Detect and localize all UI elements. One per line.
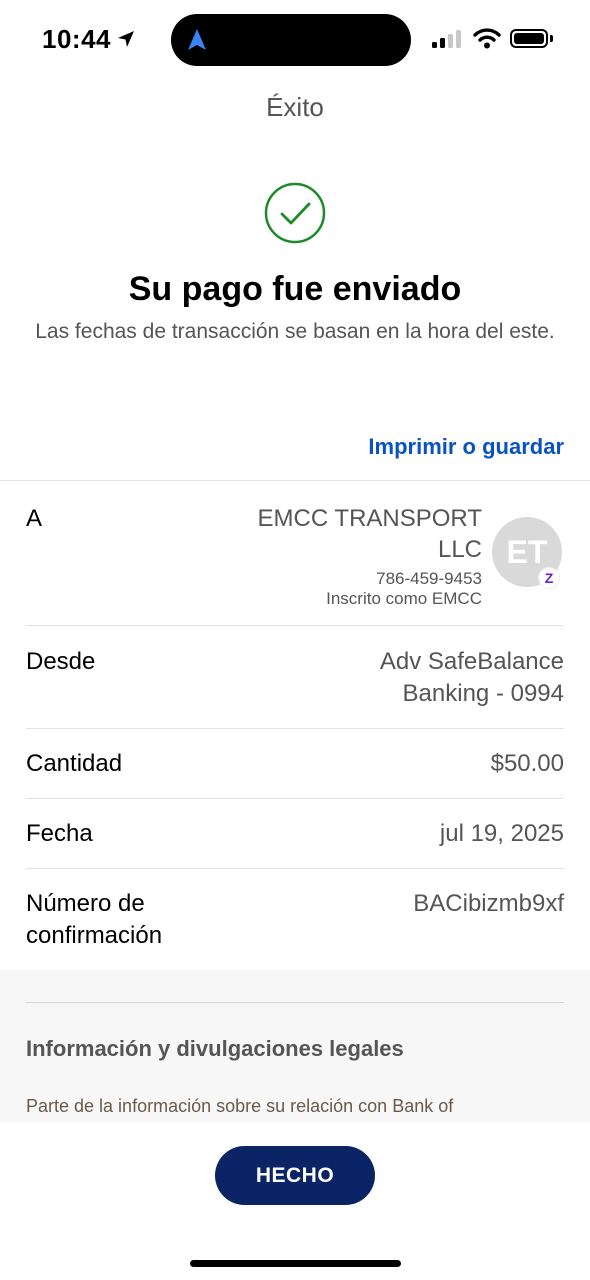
- legal-divider: [26, 1002, 564, 1003]
- recipient-name-line2: LLC: [437, 536, 482, 563]
- confirmation-label-line2: confirmación: [26, 922, 163, 949]
- from-label: Desde: [26, 648, 96, 675]
- bottom-bar: HECHO: [0, 1122, 590, 1280]
- dynamic-island: [171, 14, 411, 66]
- date-value: jul 19, 2025: [439, 820, 564, 847]
- battery-icon: [510, 29, 548, 48]
- wifi-icon: [473, 27, 501, 54]
- checkmark-circle-icon: [264, 182, 326, 244]
- date-label: Fecha: [26, 820, 93, 847]
- done-button[interactable]: HECHO: [215, 1146, 375, 1205]
- recipient-name-line1: EMCC TRANSPORT: [257, 505, 482, 532]
- amount-label: Cantidad: [26, 750, 123, 777]
- success-subline: Las fechas de transacción se basan en la…: [35, 320, 555, 343]
- amount-value: $50.00: [490, 750, 564, 777]
- status-bar: 10:44: [0, 0, 590, 80]
- confirmation-value: BACibizmb9xf: [413, 890, 564, 917]
- from-value-line1: Adv SafeBalance: [379, 648, 564, 675]
- recipient-phone: 786-459-9453: [376, 569, 482, 588]
- detail-row-from: Desde Adv SafeBalance Banking - 0994: [26, 626, 564, 729]
- success-headline: Su pago fue enviado: [128, 270, 462, 308]
- from-value: Adv SafeBalance Banking - 0994: [380, 646, 564, 710]
- page-title: Éxito: [266, 92, 324, 122]
- detail-row-confirmation: Número de confirmación BACibizmb9xf: [26, 869, 564, 971]
- legal-title[interactable]: Información y divulgaciones legales: [26, 1036, 404, 1062]
- clock: 10:44: [42, 24, 135, 55]
- confirmation-label: Número de confirmación: [26, 888, 162, 952]
- print-or-save-link[interactable]: Imprimir o guardar: [368, 434, 564, 460]
- confirmation-label-line1: Número de: [26, 890, 145, 917]
- location-arrow-icon: [117, 24, 135, 55]
- from-value-line2: Banking - 0994: [402, 680, 564, 707]
- to-label: A: [26, 505, 43, 532]
- recipient-info: EMCC TRANSPORT LLC 786-459-9453 Inscrito…: [222, 503, 482, 609]
- signal-icon: [432, 30, 461, 48]
- detail-row-date: Fecha jul 19, 2025: [26, 799, 564, 869]
- detail-row-amount: Cantidad $50.00: [26, 729, 564, 799]
- legal-text: Parte de la información sobre su relació…: [26, 1096, 454, 1116]
- legal-section: Información y divulgaciones legales Part…: [0, 970, 590, 1122]
- zelle-badge-icon: Z: [538, 567, 560, 589]
- payment-details: A EMCC TRANSPORT LLC 786-459-9453 Inscri…: [0, 480, 590, 971]
- clock-time: 10:44: [42, 24, 111, 54]
- home-indicator[interactable]: [190, 1260, 401, 1267]
- recipient-enrolled: Inscrito como EMCC: [326, 589, 482, 608]
- battery-cap: [550, 35, 553, 42]
- detail-row-to: A EMCC TRANSPORT LLC 786-459-9453 Inscri…: [26, 481, 564, 626]
- navigation-arrow-icon: [187, 28, 207, 57]
